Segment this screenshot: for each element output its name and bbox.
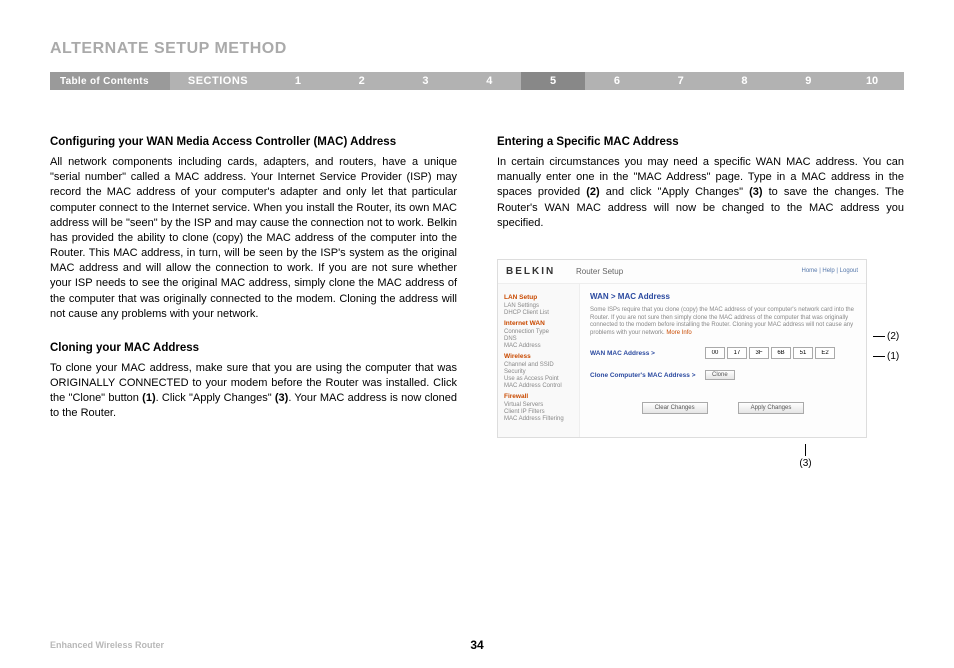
mac-octet-2[interactable] [727,347,747,359]
wan-mac-label: WAN MAC Address > [590,350,705,357]
nav-item-8[interactable]: 8 [713,72,777,90]
apply-changes-button[interactable]: Apply Changes [738,402,805,414]
nav-item-10[interactable]: 10 [840,72,904,90]
more-info-link[interactable]: More Info [666,330,691,336]
left-column: Configuring your WAN Media Access Contro… [50,136,457,469]
annotation-1: (1) [887,351,899,362]
sidebar-item[interactable]: MAC Address [504,343,573,349]
sidebar-item[interactable]: Client IP Filters [504,409,573,415]
nav-item-2[interactable]: 2 [330,72,394,90]
para-enter-mac: In certain circumstances you may need a … [497,155,904,231]
nav-item-9[interactable]: 9 [776,72,840,90]
annotations-right: (2) (1) [873,327,899,367]
section-nav: Table of Contents SECTIONS 1 2 3 4 5 6 7… [50,72,904,90]
mac-octet-6[interactable] [815,347,835,359]
nav-item-7[interactable]: 7 [649,72,713,90]
sidebar-item[interactable]: MAC Address Control [504,383,573,389]
nav-item-4[interactable]: 4 [457,72,521,90]
para-config-wan-mac: All network components including cards, … [50,155,457,322]
heading-cloning-mac: Cloning your MAC Address [50,342,457,354]
clone-button[interactable]: Clone [705,370,735,380]
heading-config-wan-mac: Configuring your WAN Media Access Contro… [50,136,457,148]
heading-enter-mac: Entering a Specific MAC Address [497,136,904,148]
sidebar-item[interactable]: Channel and SSID [504,362,573,368]
router-main: WAN > MAC Address Some ISPs require that… [580,284,866,437]
sidebar-item[interactable]: DHCP Client List [504,310,573,316]
router-title: Router Setup [576,267,623,276]
mac-fields [705,347,835,359]
sidebar-item[interactable]: Connection Type [504,329,573,335]
sidebar-item[interactable]: Security [504,369,573,375]
sidebar-firewall[interactable]: Firewall [504,393,573,400]
annotation-2: (2) [887,331,899,342]
sidebar-item[interactable]: Virtual Servers [504,402,573,408]
mac-octet-5[interactable] [793,347,813,359]
router-screenshot: BELKIN Router Setup Home | Help | Logout… [497,259,867,438]
annotation-3: (3) [799,458,811,469]
mac-octet-1[interactable] [705,347,725,359]
nav-item-6[interactable]: 6 [585,72,649,90]
mac-octet-4[interactable] [771,347,791,359]
nav-sections-label: SECTIONS [170,72,266,90]
router-note: Some ISPs require that you clone (copy) … [590,307,856,338]
sidebar-lan-setup[interactable]: LAN Setup [504,294,573,301]
mac-octet-3[interactable] [749,347,769,359]
nav-item-1[interactable]: 1 [266,72,330,90]
sidebar-item[interactable]: DNS [504,336,573,342]
sidebar-wireless[interactable]: Wireless [504,353,573,360]
nav-item-3[interactable]: 3 [394,72,458,90]
router-breadcrumb: WAN > MAC Address [590,292,856,301]
router-header-links[interactable]: Home | Help | Logout [802,268,858,274]
right-column: Entering a Specific MAC Address In certa… [497,136,904,469]
page-footer: Enhanced Wireless Router 34 [50,640,904,650]
para-cloning-mac: To clone your MAC address, make sure tha… [50,361,457,422]
sidebar-item[interactable]: LAN Settings [504,303,573,309]
sidebar-item[interactable]: MAC Address Filtering [504,416,573,422]
sidebar-internet-wan[interactable]: Internet WAN [504,320,573,327]
router-sidebar: LAN Setup LAN Settings DHCP Client List … [498,284,580,437]
sidebar-item[interactable]: Use as Access Point [504,376,573,382]
page-title: ALTERNATE SETUP METHOD [50,40,904,58]
router-brand: BELKIN [506,266,576,277]
nav-toc[interactable]: Table of Contents [50,72,170,90]
page-number: 34 [470,638,483,652]
clone-mac-label: Clone Computer's MAC Address > [590,372,705,379]
annotation-3-wrap: (3) [707,444,904,469]
clear-changes-button[interactable]: Clear Changes [642,402,708,414]
nav-item-5[interactable]: 5 [521,72,585,90]
footer-product: Enhanced Wireless Router [50,640,164,650]
